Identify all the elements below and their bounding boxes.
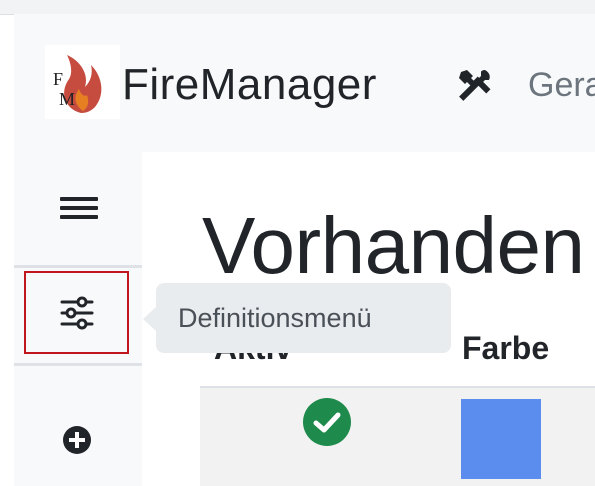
tools-icon[interactable] [455, 66, 493, 104]
tooltip-arrow [143, 307, 156, 331]
plus-circle-icon[interactable] [57, 420, 97, 460]
logo-letter-f: F [53, 69, 63, 89]
sliders-icon [60, 296, 93, 329]
hamburger-icon[interactable] [60, 192, 98, 228]
page-title: Vorhanden [202, 201, 585, 290]
sidebar-divider [14, 265, 142, 268]
app-window: F M FireManager Gera Vorhanden Farbe Def… [0, 0, 595, 486]
definitions-menu-button[interactable] [24, 271, 129, 354]
color-swatch [461, 399, 541, 479]
logo-letter-m: M [59, 89, 75, 109]
check-circle-icon [302, 397, 352, 447]
brand-name[interactable]: FireManager [122, 60, 377, 110]
tooltip: Definitionsmenü [156, 283, 451, 353]
window-top-strip [0, 0, 595, 15]
tooltip-text: Definitionsmenü [178, 302, 372, 333]
column-header-farbe[interactable]: Farbe [462, 330, 549, 367]
app-logo[interactable]: F M [45, 45, 120, 119]
nav-link-geraete[interactable]: Gera [528, 66, 595, 105]
logo-flame-icon: F M [53, 55, 102, 113]
sidebar-divider [14, 363, 142, 366]
